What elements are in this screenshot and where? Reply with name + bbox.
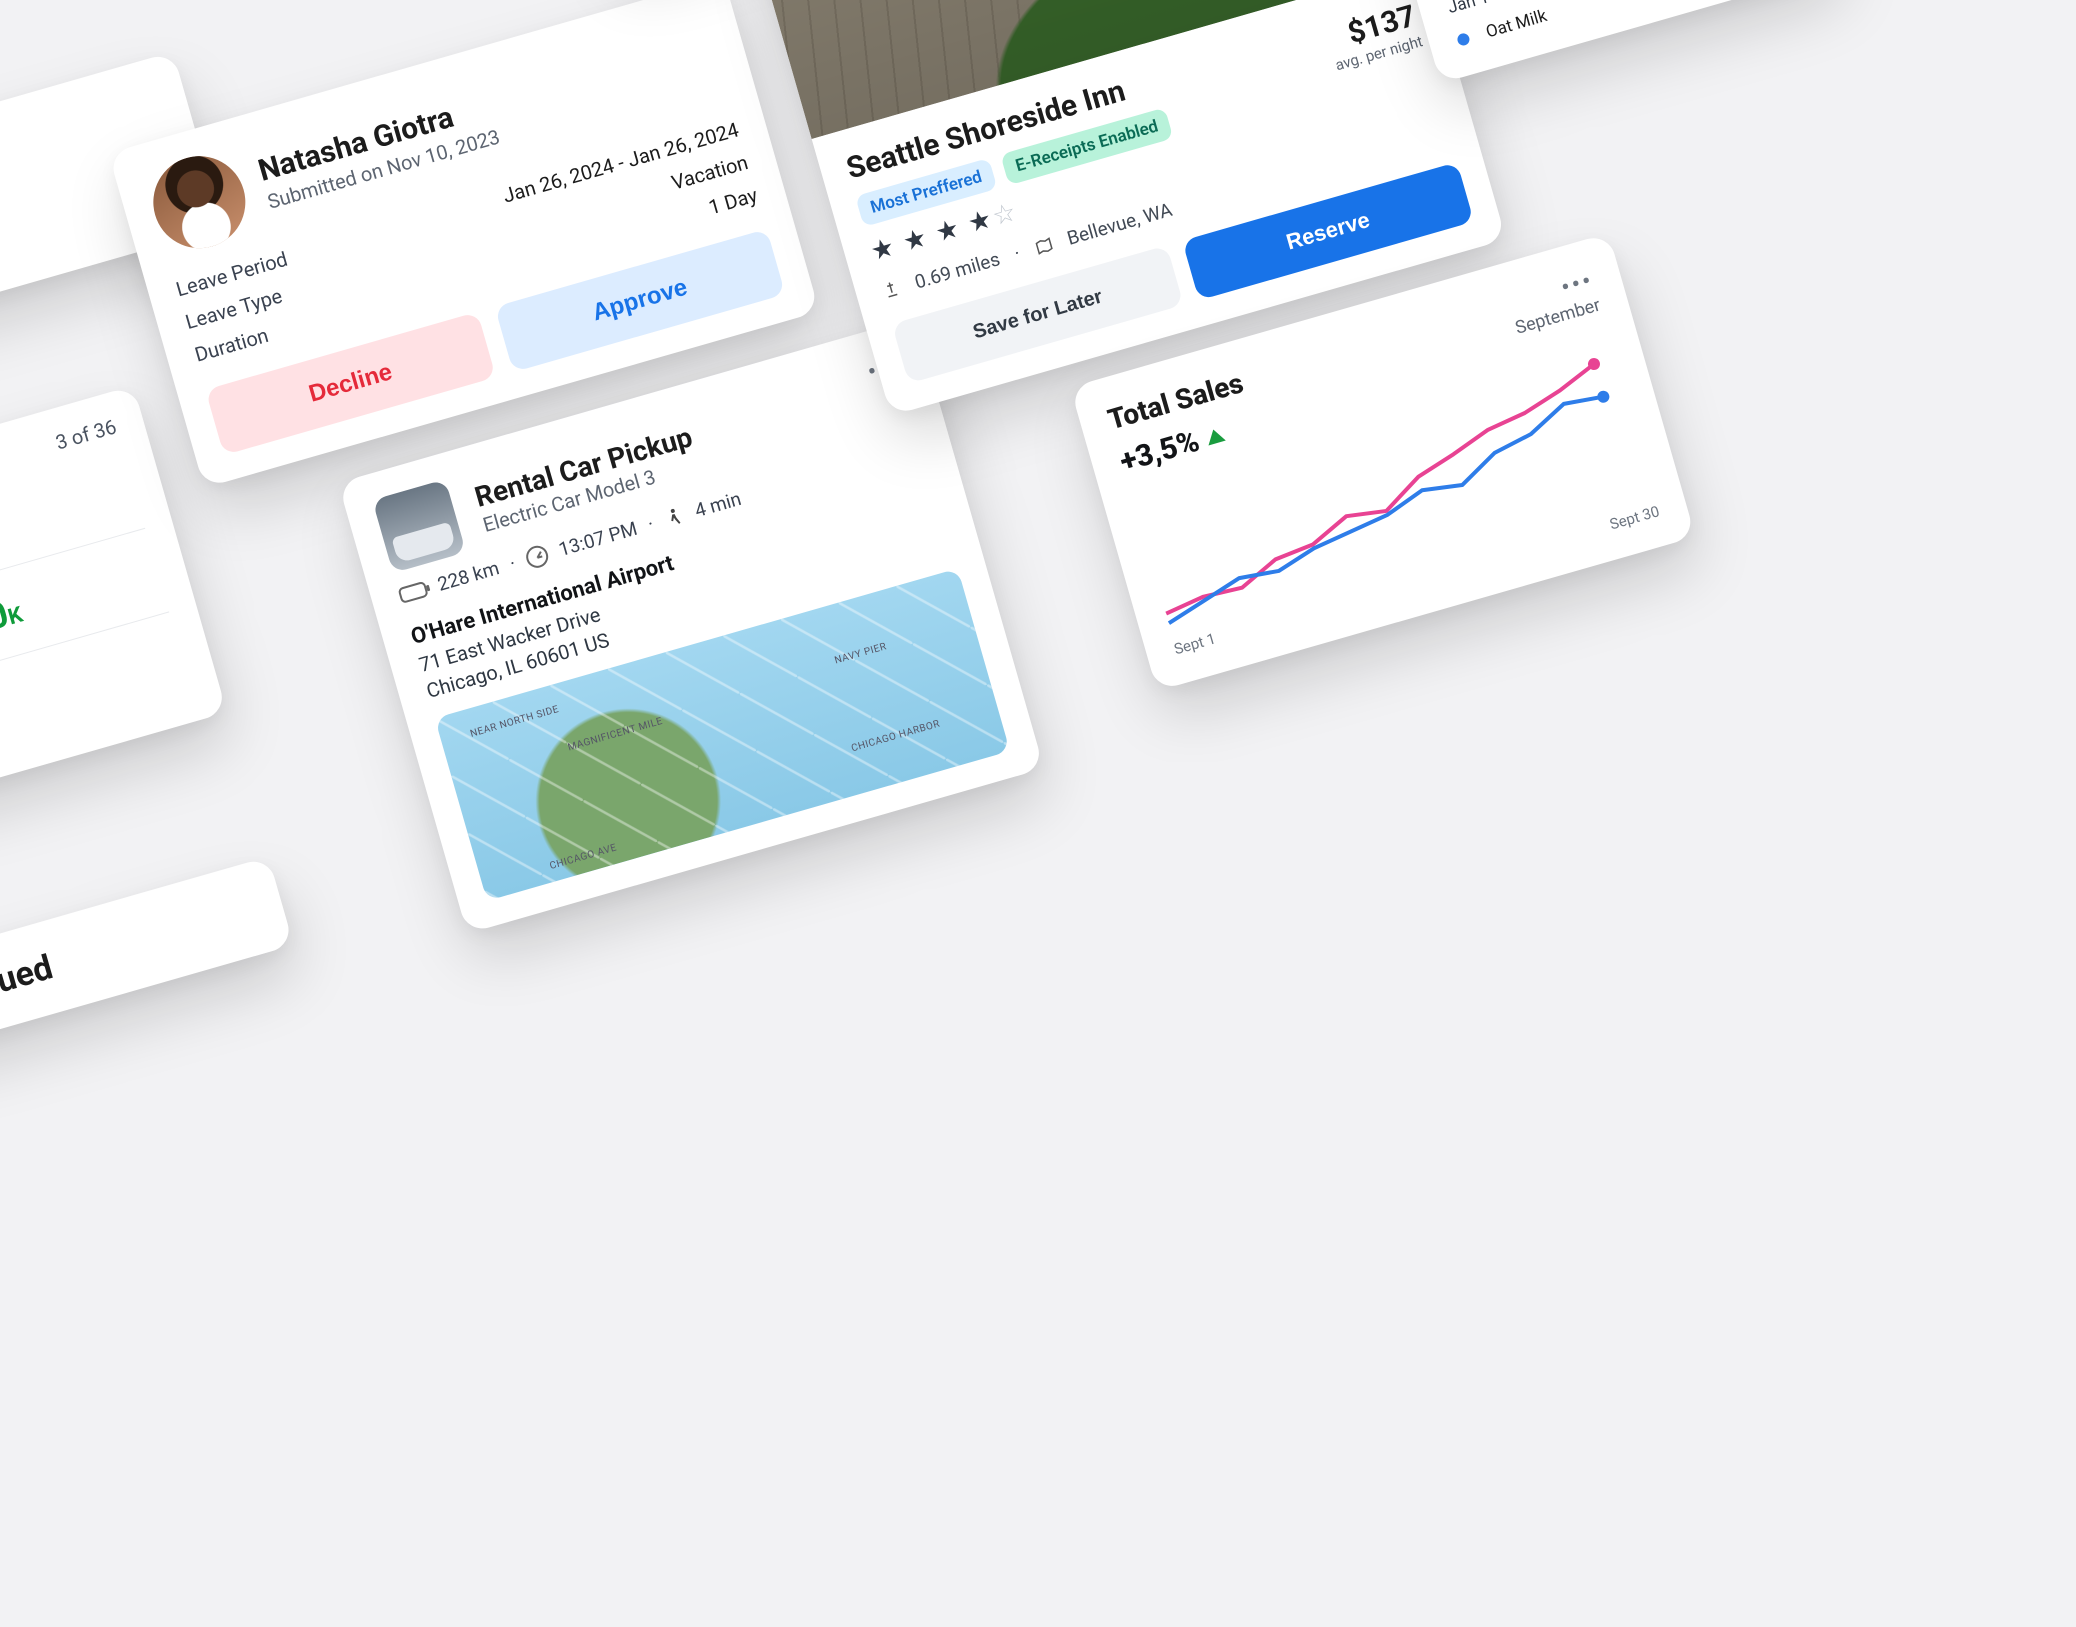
map-label: NEAR NORTH SIDE: [469, 704, 560, 740]
legend-dot-icon: [1456, 32, 1471, 47]
map-label: Navy Pier: [833, 641, 888, 666]
rental-distance: 228 km: [435, 556, 502, 595]
map-label: Chicago Ave: [549, 842, 619, 872]
legend-label: Oat Milk: [1484, 6, 1550, 42]
walk-icon: [661, 504, 686, 531]
news-title: n, Sued: [0, 889, 260, 1017]
map-icon: [1032, 235, 1054, 257]
clock-icon: [523, 543, 550, 570]
battery-icon: [397, 580, 428, 603]
map-label: MAGNIFICENT MILE: [567, 716, 664, 754]
car-thumbnail: [372, 479, 466, 573]
rental-time: 13:07 PM: [556, 517, 640, 561]
rental-walk: 4 min: [692, 487, 744, 522]
axis-start: Sept 1: [1172, 629, 1218, 658]
hotel-distance: 0.69 miles: [912, 247, 1002, 293]
axis-end: Sept 30: [1608, 502, 1662, 533]
pin-icon: [880, 278, 902, 300]
map-label: Chicago Harbor: [850, 718, 941, 754]
avatar: [142, 145, 256, 259]
up-arrow-icon: [1204, 427, 1225, 445]
news-card: n, Sued: [0, 856, 294, 1049]
